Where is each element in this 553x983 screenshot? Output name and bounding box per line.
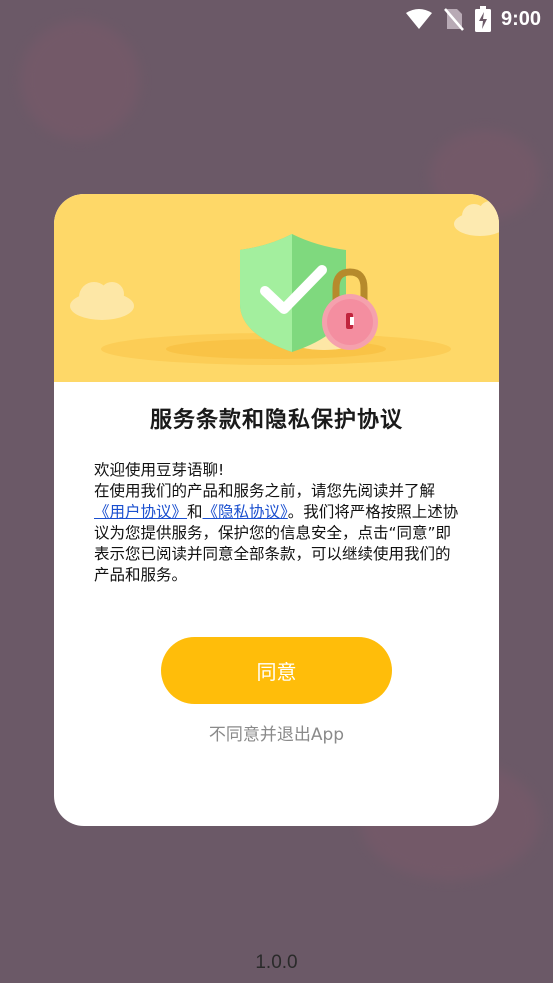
privacy-agreement-link[interactable]: 《隐私协议》 bbox=[203, 503, 288, 521]
intro-text: 在使用我们的产品和服务之前，请您先阅读并了解 bbox=[94, 482, 436, 500]
background-decoration bbox=[20, 20, 140, 140]
security-illustration bbox=[70, 201, 499, 365]
app-version: 1.0.0 bbox=[255, 952, 298, 973]
cloud-icon bbox=[454, 201, 499, 236]
and-text: 和 bbox=[187, 503, 203, 521]
battery-charging-icon bbox=[474, 6, 491, 32]
clock: 9:00 bbox=[500, 7, 541, 30]
greeting-text: 欢迎使用豆芽语聊! bbox=[94, 461, 225, 479]
privacy-dialog: 服务条款和隐私保护协议 欢迎使用豆芽语聊! 在使用我们的产品和服务之前，请您先阅… bbox=[54, 194, 499, 826]
dialog-header bbox=[54, 194, 499, 382]
cloud-icon bbox=[70, 282, 134, 320]
status-bar: 9:00 bbox=[0, 0, 553, 38]
no-sim-icon bbox=[443, 7, 465, 31]
dialog-body: 欢迎使用豆芽语聊! 在使用我们的产品和服务之前，请您先阅读并了解《用户协议》和《… bbox=[94, 460, 464, 586]
user-agreement-link[interactable]: 《用户协议》 bbox=[94, 503, 187, 521]
agreement-text: 在使用我们的产品和服务之前，请您先阅读并了解《用户协议》和《隐私协议》。我们将严… bbox=[94, 481, 464, 586]
screen: 9:00 服务条款和隐私保护协议 欢迎使用豆芽语聊! 在使用我们的产品和服务之前… bbox=[0, 0, 553, 983]
dialog-title: 服务条款和隐私保护协议 bbox=[149, 408, 403, 433]
wifi-icon bbox=[405, 8, 433, 30]
agree-button[interactable]: 同意 bbox=[161, 637, 392, 704]
disagree-exit-link[interactable]: 不同意并退出App bbox=[54, 720, 499, 745]
